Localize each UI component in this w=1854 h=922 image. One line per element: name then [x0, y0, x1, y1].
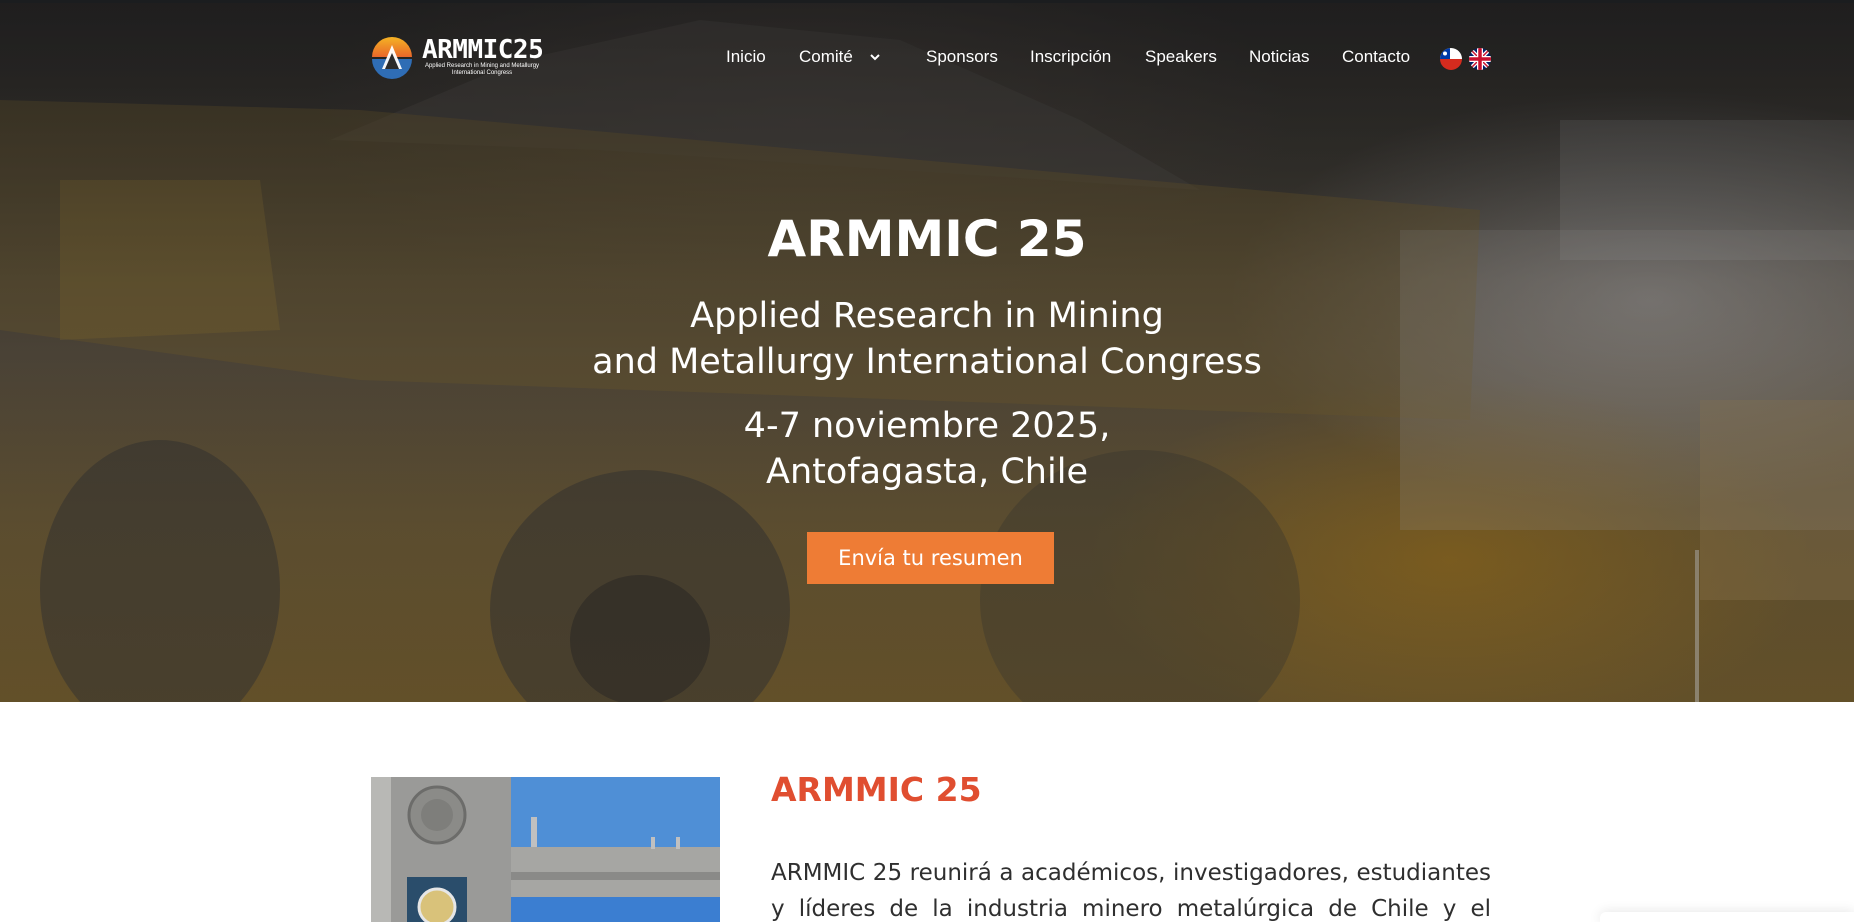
hero-date-location: 4-7 noviembre 2025, Antofagasta, Chile — [0, 403, 1854, 495]
hero-subtitle-line-1: Applied Research in Mining — [690, 296, 1164, 336]
hero-subtitle-line-2: and Metallurgy International Congress — [592, 342, 1262, 382]
hero-title: ARMMIC 25 — [767, 210, 1087, 268]
about-title: ARMMIC 25 — [771, 770, 982, 809]
hero-location: Antofagasta, Chile — [766, 452, 1088, 492]
submit-abstract-button[interactable]: Envía tu resumen — [807, 532, 1054, 584]
about-image — [371, 777, 720, 922]
hero-content: ARMMIC 25 Applied Research in Mining and… — [0, 0, 1854, 702]
hero-subtitle: Applied Research in Mining and Metallurg… — [0, 293, 1854, 385]
hero-banner: ARMMIC25 Applied Research in Mining and … — [0, 0, 1854, 702]
hero-date: 4-7 noviembre 2025, — [743, 406, 1111, 446]
about-text: ARMMIC 25 reunirá a académicos, investig… — [771, 860, 1491, 922]
floating-widget[interactable] — [1600, 912, 1854, 922]
